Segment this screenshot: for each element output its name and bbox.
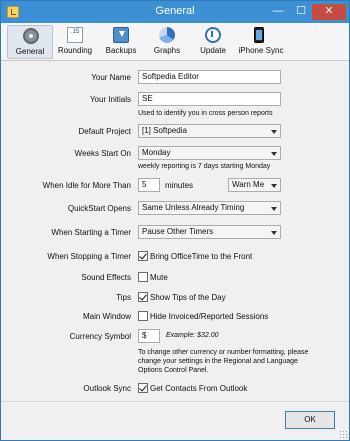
tab-label: Rounding xyxy=(57,46,93,55)
hide-invoiced-label: Hide Invoiced/Reported Sessions xyxy=(150,312,269,321)
default-project-value: [1] Softpedia xyxy=(142,126,187,135)
update-icon xyxy=(205,27,221,43)
general-icon xyxy=(23,28,39,44)
minutes-label: minutes xyxy=(165,181,194,190)
rounding-icon: .15 xyxy=(67,27,83,43)
start-timer-select[interactable]: Pause Other Timers xyxy=(138,225,281,239)
start-timer-label: When Starting a Timer xyxy=(51,228,131,237)
weeks-start-hint: weekly reporting is 7 days starting Mond… xyxy=(138,163,271,170)
quickstart-label: QuickStart Opens xyxy=(67,204,131,213)
bring-to-front-checkbox[interactable] xyxy=(138,251,148,261)
graphs-icon xyxy=(159,27,175,43)
maximize-button[interactable]: ☐ xyxy=(291,4,311,20)
idle-action-value: Warn Me xyxy=(232,180,265,189)
tips-label: Tips xyxy=(116,293,131,302)
dialog-footer: OK xyxy=(1,401,349,440)
minimize-button[interactable]: — xyxy=(267,4,289,20)
currency-symbol-label: Currency Symbol xyxy=(69,332,131,341)
start-timer-value: Pause Other Timers xyxy=(142,227,214,236)
idle-minutes-input[interactable]: 5 xyxy=(138,178,160,192)
currency-symbol-input[interactable]: $ xyxy=(138,329,160,343)
close-button[interactable]: ✕ xyxy=(312,4,346,20)
tab-label: Backups xyxy=(105,46,137,55)
chevron-down-icon xyxy=(271,207,277,211)
default-project-label: Default Project xyxy=(78,127,131,136)
currency-note-line3: Options Control Panel. xyxy=(138,367,209,374)
idle-label: When Idle for More Than xyxy=(42,181,131,190)
backups-icon xyxy=(113,27,129,43)
show-tips-label: Show Tips of the Day xyxy=(150,293,226,302)
preferences-toolbar: General .15 Rounding Backups Graphs Upda… xyxy=(1,23,349,61)
chevron-down-icon xyxy=(271,130,277,134)
hide-invoiced-checkbox[interactable] xyxy=(138,311,148,321)
your-name-input[interactable]: Softpedia Editor xyxy=(138,70,281,84)
get-contacts-checkbox[interactable] xyxy=(138,383,148,393)
tab-graphs[interactable]: Graphs xyxy=(144,25,190,59)
tab-general[interactable]: General xyxy=(7,25,53,59)
ok-button[interactable]: OK xyxy=(285,411,335,429)
tab-update[interactable]: Update xyxy=(190,25,236,59)
initials-hint: Used to identify you in cross person rep… xyxy=(138,110,273,117)
quickstart-value: Same Unless Already Timing xyxy=(142,203,245,212)
mute-checkbox[interactable] xyxy=(138,272,148,282)
mute-label: Mute xyxy=(150,273,168,282)
default-project-select[interactable]: [1] Softpedia xyxy=(138,124,281,138)
resize-grip[interactable] xyxy=(339,430,347,438)
weeks-start-on-label: Weeks Start On xyxy=(74,149,131,158)
tab-label: Graphs xyxy=(153,46,181,55)
sound-effects-label: Sound Effects xyxy=(81,273,131,282)
chevron-down-icon xyxy=(271,231,277,235)
currency-note-line1: To change other currency or number forma… xyxy=(138,349,309,356)
weeks-start-on-value: Monday xyxy=(142,148,171,157)
preferences-window: General — ☐ ✕ General .15 Rounding Backu… xyxy=(0,0,350,441)
tab-backups[interactable]: Backups xyxy=(98,25,144,59)
chevron-down-icon xyxy=(271,152,277,156)
bring-to-front-label: Bring OfficeTime to the Front xyxy=(150,252,253,261)
your-name-label: Your Name xyxy=(91,73,131,82)
tab-label: General xyxy=(15,47,45,56)
chevron-down-icon xyxy=(271,184,277,188)
get-contacts-label: Get Contacts From Outlook xyxy=(150,384,248,393)
currency-example: Example: $32.00 xyxy=(166,332,219,339)
main-window-label: Main Window xyxy=(82,312,131,321)
stop-timer-label: When Stopping a Timer xyxy=(47,252,131,261)
your-initials-input[interactable]: SE xyxy=(138,92,281,106)
title-bar[interactable]: General — ☐ ✕ xyxy=(1,1,349,23)
weeks-start-on-select[interactable]: Monday xyxy=(138,146,281,160)
outlook-sync-label: Outlook Sync xyxy=(83,384,131,393)
tab-label: Update xyxy=(200,46,226,55)
idle-action-select[interactable]: Warn Me xyxy=(228,178,281,192)
tab-iphone-sync[interactable]: iPhone Sync xyxy=(236,25,286,59)
tab-rounding[interactable]: .15 Rounding xyxy=(52,25,98,59)
your-initials-label: Your Initials xyxy=(89,95,131,104)
iphone-icon xyxy=(254,27,264,43)
general-settings-panel: Your Name Softpedia Editor Your Initials… xyxy=(1,62,349,402)
show-tips-checkbox[interactable] xyxy=(138,292,148,302)
currency-note-line2: change your settings in the Regional and… xyxy=(138,358,298,365)
tab-label: iPhone Sync xyxy=(238,46,284,55)
quickstart-select[interactable]: Same Unless Already Timing xyxy=(138,201,281,215)
